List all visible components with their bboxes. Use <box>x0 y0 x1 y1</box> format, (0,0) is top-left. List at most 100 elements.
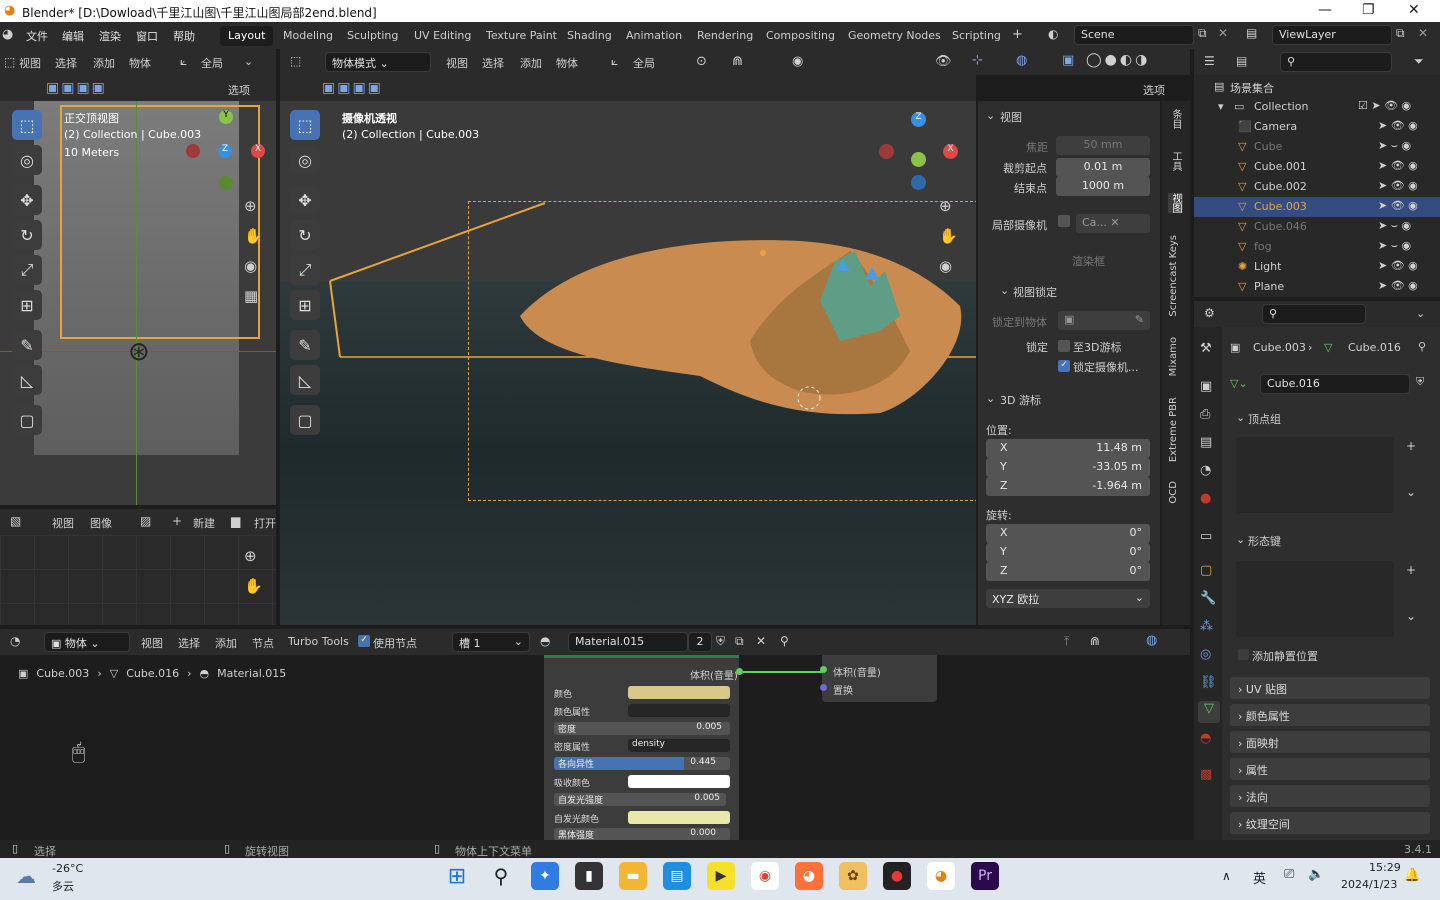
network-icon[interactable]: ⎚ <box>1284 867 1294 882</box>
new-image-button[interactable]: 新建 <box>193 515 215 531</box>
main-transform-tool-button[interactable]: ⊞ <box>290 290 320 320</box>
section-face-maps[interactable]: › 面映射 <box>1230 731 1430 753</box>
render-tab-icon[interactable]: ▣ <box>1200 379 1212 394</box>
view-layer-tab-icon[interactable]: ▤ <box>1200 435 1212 450</box>
tab-animation[interactable]: Animation <box>618 26 690 46</box>
tab-mixamo[interactable]: Mixamo <box>1168 337 1179 376</box>
tab-texture-paint[interactable]: Texture Paint <box>478 26 565 46</box>
main-camera-icon[interactable]: ◉ <box>939 257 952 275</box>
main-transform-select[interactable]: 全局 <box>633 55 655 71</box>
cursor-loc-x-field[interactable]: X 11.48 m <box>986 439 1150 458</box>
node-overlay-icon[interactable]: ◍ <box>1146 633 1157 648</box>
main-pan-icon[interactable]: ✋ <box>939 227 958 245</box>
gizmo-neg-y-icon[interactable] <box>219 176 233 190</box>
cursor-loc-y-field[interactable]: Y -33.05 m <box>986 458 1150 477</box>
breadcrumb-object[interactable]: Cube.003 <box>36 667 89 680</box>
gizmo-neg-x-icon[interactable] <box>186 144 200 158</box>
tab-screencast-keys[interactable]: Screencast Keys <box>1168 235 1179 317</box>
tab-shading[interactable]: Shading <box>559 26 620 46</box>
node-row-absorption-color[interactable]: 吸收颜色 <box>548 774 734 790</box>
tab-modeling[interactable]: Modeling <box>275 26 341 46</box>
mesh-browse-icon[interactable]: ▽⌄ <box>1230 377 1248 390</box>
scale-tool-button[interactable]: ⤢ <box>12 255 42 285</box>
lock-section-title[interactable]: 视图锁定 <box>1013 284 1057 300</box>
section-normals[interactable]: › 法向 <box>1230 785 1430 807</box>
tab-view[interactable]: 视图 <box>1168 193 1183 213</box>
notification-icon[interactable]: 🔔 <box>1404 868 1420 883</box>
firefox-icon[interactable]: ◕ <box>795 862 823 890</box>
open-image-button[interactable]: 打开 <box>254 515 276 531</box>
shape-keys-chevron-icon[interactable]: ⌄ <box>1236 533 1245 546</box>
main-select-tool-button[interactable]: ⬚ <box>290 110 320 140</box>
add-vertex-group-button[interactable]: + <box>1406 439 1416 453</box>
constraints-tab-icon[interactable]: ⛓ <box>1200 675 1217 690</box>
local-camera-checkbox[interactable] <box>1058 215 1070 227</box>
section-color-attributes[interactable]: › 颜色属性 <box>1230 704 1430 726</box>
turbo-tools-menu[interactable]: Turbo Tools <box>288 635 349 648</box>
prop-breadcrumb-mesh[interactable]: Cube.016 <box>1348 341 1401 354</box>
breadcrumb-mesh[interactable]: Cube.016 <box>126 667 179 680</box>
shading-mode-icons[interactable]: ◯●◐◑ <box>1086 52 1150 68</box>
main-menu-view[interactable]: 视图 <box>446 55 468 71</box>
emission-swatch[interactable] <box>628 811 730 824</box>
ortho-grid-icon[interactable]: ▦ <box>244 287 258 305</box>
node-row-color[interactable]: 颜色 <box>548 685 734 701</box>
task-view-icon[interactable]: ▮ <box>575 862 603 890</box>
scene-icon[interactable]: ◐ <box>1048 27 1058 41</box>
lock-cursor-checkbox[interactable] <box>1058 340 1070 352</box>
chevron-down-icon[interactable]: ⌄ <box>244 55 253 68</box>
shape-keys-list[interactable] <box>1236 561 1394 637</box>
prop-pin-icon[interactable]: ⚲ <box>1418 340 1426 353</box>
select-mode-icons[interactable]: ▣▣▣▣ <box>46 80 107 96</box>
pin-icon[interactable]: ⚲ <box>780 634 789 648</box>
outliner-item-cube-002[interactable]: ▽ Cube.002 ➤ 👁 ◉ <box>1194 177 1424 197</box>
maximize-icon[interactable]: ❐ <box>1362 2 1375 18</box>
potplayer-icon[interactable]: ▶ <box>707 862 735 890</box>
vertex-group-menu-icon[interactable]: ⌄ <box>1406 485 1416 499</box>
tab-layout[interactable]: Layout <box>220 26 274 46</box>
main-gizmo-z-icon[interactable]: Z <box>911 112 926 127</box>
menu-render[interactable]: 渲染 <box>99 28 121 44</box>
node-row-emission-color[interactable]: 自发光颜色 <box>548 810 734 826</box>
absorption-swatch[interactable] <box>628 775 730 788</box>
volume-icon[interactable]: 🔈 <box>1308 867 1324 882</box>
visibility-icon[interactable]: 👁 <box>935 54 952 69</box>
tab-geometry-nodes[interactable]: Geometry Nodes <box>840 26 949 46</box>
proportional-edit-icon[interactable]: ◉ <box>792 54 803 69</box>
lock-section-chevron-icon[interactable]: ⌄ <box>1000 284 1009 297</box>
node-row-emission-strength[interactable]: 自发光强度 0.005 <box>548 792 734 808</box>
filter-icon[interactable]: ⏷ <box>1414 54 1424 69</box>
outliner-item-plane[interactable]: ▽ Plane ➤ 👁 ◉ <box>1194 277 1424 297</box>
properties-search-input[interactable]: ⚲ <box>1262 304 1366 324</box>
vertex-groups-chevron-icon[interactable]: ⌄ <box>1236 411 1245 424</box>
close-icon[interactable]: ✕ <box>1408 2 1420 18</box>
blender-menu-icon[interactable]: ◕ <box>2 27 13 42</box>
xray-toggle-icon[interactable]: ▣ <box>1062 53 1074 68</box>
node-menu-select[interactable]: 选择 <box>178 635 200 651</box>
vertex-groups-list[interactable] <box>1236 437 1394 513</box>
output-tab-icon[interactable]: ⎙ <box>1200 407 1210 422</box>
modifier-tab-icon[interactable]: 🔧 <box>1200 591 1216 606</box>
main-editor-type-icon[interactable]: ⬚ <box>290 54 301 68</box>
particles-tab-icon[interactable]: ⁂ <box>1200 619 1213 634</box>
tab-compositing[interactable]: Compositing <box>758 26 843 46</box>
main-rotate-tool-button[interactable]: ↻ <box>290 220 320 250</box>
image-browse-icon[interactable]: ▨ <box>140 514 151 528</box>
main-menu-object[interactable]: 物体 <box>556 55 578 71</box>
render-region-checkbox-label[interactable]: 渲染框 <box>1072 253 1105 269</box>
scene-collection-row[interactable]: ▤ 场景集合 <box>1194 77 1424 97</box>
section-texture-space[interactable]: › 纹理空间 <box>1230 812 1430 834</box>
overlay-toggle-icon[interactable]: ◍ <box>1016 53 1027 68</box>
node-row-density[interactable]: 密度 0.005 <box>548 721 734 737</box>
main-move-tool-button[interactable]: ✥ <box>290 185 320 215</box>
image-editor-type-icon[interactable]: ▧ <box>10 514 21 528</box>
tab-ocd[interactable]: OCD <box>1168 481 1179 504</box>
data-tab-icon[interactable]: ▽ <box>1198 701 1220 723</box>
volume-input-socket[interactable] <box>820 666 827 673</box>
search-icon[interactable]: ⚲ <box>487 862 515 890</box>
parent-node-tree-icon[interactable]: ⤒ <box>1064 634 1069 649</box>
scene-tab-icon[interactable]: ◔ <box>1200 463 1211 478</box>
menu-help[interactable]: 帮助 <box>173 28 195 44</box>
clip-end-field[interactable]: 1000 m <box>1056 177 1150 196</box>
cursor-loc-z-field[interactable]: Z -1.964 m <box>986 477 1150 496</box>
